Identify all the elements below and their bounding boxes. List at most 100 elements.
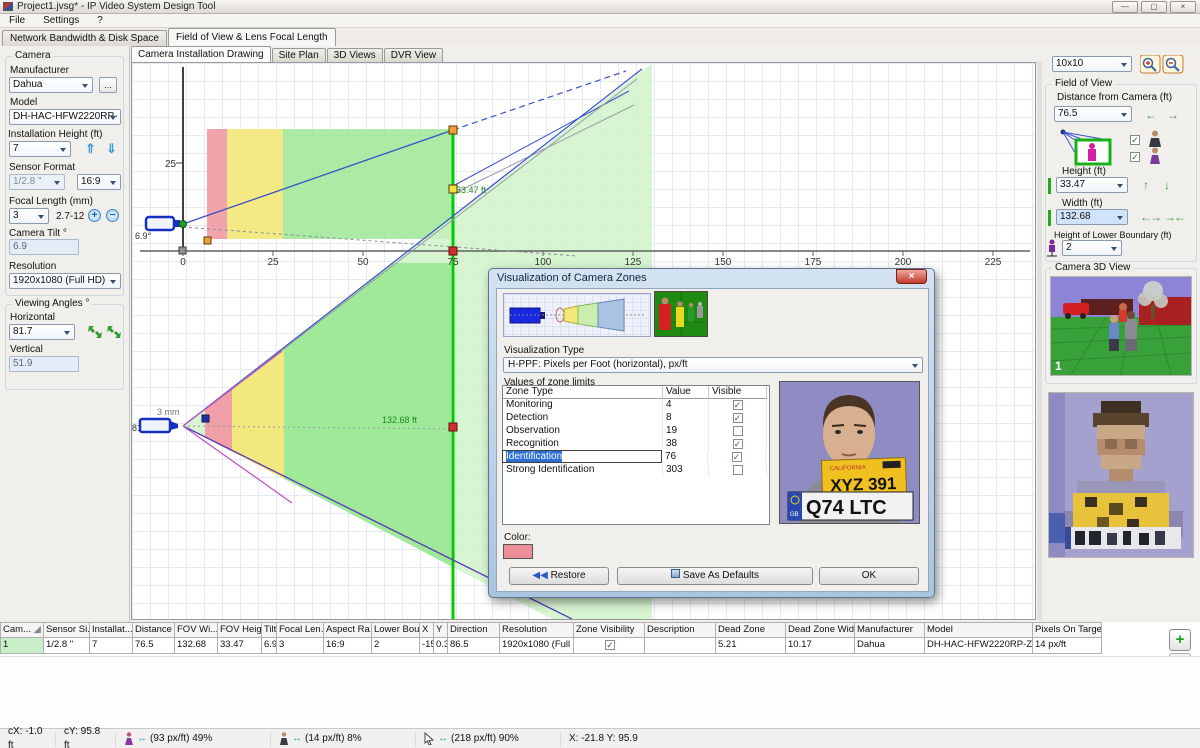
man-status-icon: [279, 732, 289, 745]
svg-text:100: 100: [535, 257, 552, 268]
distance-label: Distance from Camera (ft): [1057, 92, 1172, 103]
ok-button[interactable]: OK: [819, 567, 919, 585]
zone-row-monitoring[interactable]: Monitoring4✓: [503, 399, 769, 412]
pixelated-preview[interactable]: [1048, 392, 1194, 558]
zone-row-detection[interactable]: Detection8✓: [503, 412, 769, 425]
lower-boundary-select[interactable]: 2: [1062, 240, 1122, 256]
tilt-angle-label: 6.9°: [135, 231, 152, 241]
show-woman-checkbox[interactable]: ✓: [1130, 152, 1140, 162]
distance-left-icon[interactable]: ←: [1145, 109, 1157, 121]
manufacturer-more-button[interactable]: ...: [99, 77, 117, 93]
fov-width-label: Width (ft): [1062, 198, 1103, 209]
width-shrink-icon[interactable]: →←: [1164, 211, 1184, 223]
installation-height-select[interactable]: 7: [9, 141, 71, 157]
add-camera-button[interactable]: +: [1169, 629, 1191, 651]
table-empty-area: [0, 656, 1200, 728]
visualization-type-select[interactable]: H-PPF: Pixels per Foot (horizontal), px/…: [503, 357, 923, 373]
zoom-in-out-icons[interactable]: [1140, 55, 1184, 74]
menu-help[interactable]: ?: [88, 15, 112, 26]
visible-checkbox[interactable]: ✓: [732, 452, 742, 462]
man-ppf-status: ↔(14 px/ft) 8%: [271, 732, 416, 746]
restore-button[interactable]: ◀◀ Restore: [509, 567, 609, 585]
fov-width-select[interactable]: 132.68: [1056, 209, 1128, 225]
status-bar: cX: -1.0 ft cY: 95.8 ft ↔(93 px/ft) 49% …: [0, 728, 1200, 748]
zone-table-header: Zone TypeValueVisible: [503, 386, 769, 399]
zone-color-swatch[interactable]: [503, 544, 533, 559]
fov-height-select[interactable]: 33.47: [1056, 177, 1128, 193]
canvas-tab-bar: Camera Installation Drawing Site Plan 3D…: [131, 46, 1041, 62]
camera-row-1[interactable]: 1 1/2.8 " 7 76.5 132.68 33.47 6.9 3 16:9…: [0, 638, 1200, 654]
visible-checkbox[interactable]: ✓: [733, 400, 743, 410]
dialog-body: Visualization Type H-PPF: Pixels per Foo…: [496, 288, 929, 592]
model-select[interactable]: DH-HAC-HFW2220RP-: [9, 109, 121, 125]
tab-3d-views[interactable]: 3D Views: [327, 48, 383, 62]
sensor-format-label: Sensor Format: [9, 162, 75, 173]
expand-angle-icon[interactable]: [88, 325, 122, 339]
svg-text:25: 25: [267, 257, 279, 268]
height-color-bar: [1048, 178, 1051, 194]
height-down-icon[interactable]: ⇓: [106, 142, 117, 155]
svg-text:CALIFORNIA: CALIFORNIA: [830, 465, 866, 472]
cursor-status-icon: [424, 732, 435, 745]
cameras-table[interactable]: Cam... ◢ Sensor Si... Installat... Dista…: [0, 622, 1200, 656]
visible-checkbox[interactable]: ✓: [733, 413, 743, 423]
maximize-button[interactable]: ▢: [1141, 1, 1167, 13]
fov-height-down-icon[interactable]: ↓: [1164, 179, 1170, 191]
zone-limits-table[interactable]: Zone TypeValueVisible Monitoring4✓ Detec…: [502, 385, 770, 525]
zone-row-observation[interactable]: Observation19: [503, 425, 769, 438]
visible-checkbox[interactable]: [733, 465, 743, 475]
tab-camera-installation-drawing[interactable]: Camera Installation Drawing: [131, 46, 271, 62]
camera-tilt-label: Camera Tilt °: [9, 228, 67, 239]
woman-ppf-status: ↔(93 px/ft) 49%: [116, 732, 271, 746]
tab-site-plan[interactable]: Site Plan: [272, 48, 326, 62]
zone-visibility-checkbox[interactable]: ✓: [605, 640, 615, 650]
horizontal-angle-select[interactable]: 81.7: [9, 324, 75, 340]
sort-icon: ◢: [34, 624, 41, 635]
title-bar: Project1.jvsg* - IP Video System Design …: [0, 0, 1200, 14]
height-up-icon[interactable]: ⇑: [85, 142, 96, 155]
tab-dvr-view[interactable]: DVR View: [384, 48, 443, 62]
sensor-format-select: 1/2.8 ": [9, 174, 65, 190]
menu-file[interactable]: File: [0, 15, 34, 26]
visible-checkbox[interactable]: [733, 426, 743, 436]
svg-text:225: 225: [985, 257, 1002, 268]
plan-view-camera-icon[interactable]: [140, 419, 178, 432]
save-as-defaults-button[interactable]: Save As Defaults: [617, 567, 813, 585]
visualization-type-label: Visualization Type: [504, 345, 584, 356]
resolution-select[interactable]: 1920x1080 (Full HD): [9, 273, 121, 289]
tab-field-of-view[interactable]: Field of View & Lens Focal Length: [168, 28, 336, 46]
svg-text:0: 0: [180, 257, 186, 268]
tab-network-bandwidth[interactable]: Network Bandwidth & Disk Space: [2, 30, 167, 46]
camera-tilt-field: 6.9: [9, 239, 79, 255]
distance-select[interactable]: 76.5: [1054, 106, 1132, 122]
distance-right-icon[interactable]: →: [1167, 109, 1179, 121]
vertical-angle-field: 51.9: [9, 356, 79, 372]
dialog-close-button[interactable]: ×: [896, 269, 927, 284]
focal-plus-icon[interactable]: +: [88, 209, 101, 222]
focal-length-label: Focal Length (mm): [9, 196, 93, 207]
camera-3d-view[interactable]: 1: [1050, 276, 1192, 376]
man-icon: [1148, 130, 1162, 147]
manufacturer-select[interactable]: Dahua: [9, 77, 93, 93]
side-view-camera-icon[interactable]: [146, 217, 187, 230]
grid-size-select[interactable]: 10x10: [1052, 56, 1132, 72]
zone-row-strong-identification[interactable]: Strong Identification303: [503, 464, 769, 477]
identification-edit-cell[interactable]: Identification: [502, 450, 662, 463]
focal-minus-icon[interactable]: −: [106, 209, 119, 222]
lower-boundary-label: Height of Lower Boundary (ft): [1054, 230, 1172, 240]
visualization-dialog[interactable]: Visualization of Camera Zones ×: [488, 268, 935, 598]
close-button[interactable]: ×: [1170, 1, 1196, 13]
installation-height-label: Installation Height (ft): [8, 129, 103, 140]
zone-row-identification[interactable]: Identification76✓: [503, 451, 769, 464]
visible-checkbox[interactable]: ✓: [733, 439, 743, 449]
width-expand-icon[interactable]: ←→: [1140, 211, 1160, 223]
restore-icon: ◀◀: [532, 570, 547, 581]
minimize-button[interactable]: —: [1112, 1, 1138, 13]
show-man-checkbox[interactable]: ✓: [1130, 135, 1140, 145]
color-label: Color:: [504, 532, 531, 543]
focal-length-select[interactable]: 3: [9, 208, 49, 224]
aspect-ratio-select[interactable]: 16:9: [77, 174, 121, 190]
model-label: Model: [10, 97, 37, 108]
fov-height-up-icon[interactable]: ↑: [1143, 179, 1149, 191]
menu-settings[interactable]: Settings: [34, 15, 88, 26]
